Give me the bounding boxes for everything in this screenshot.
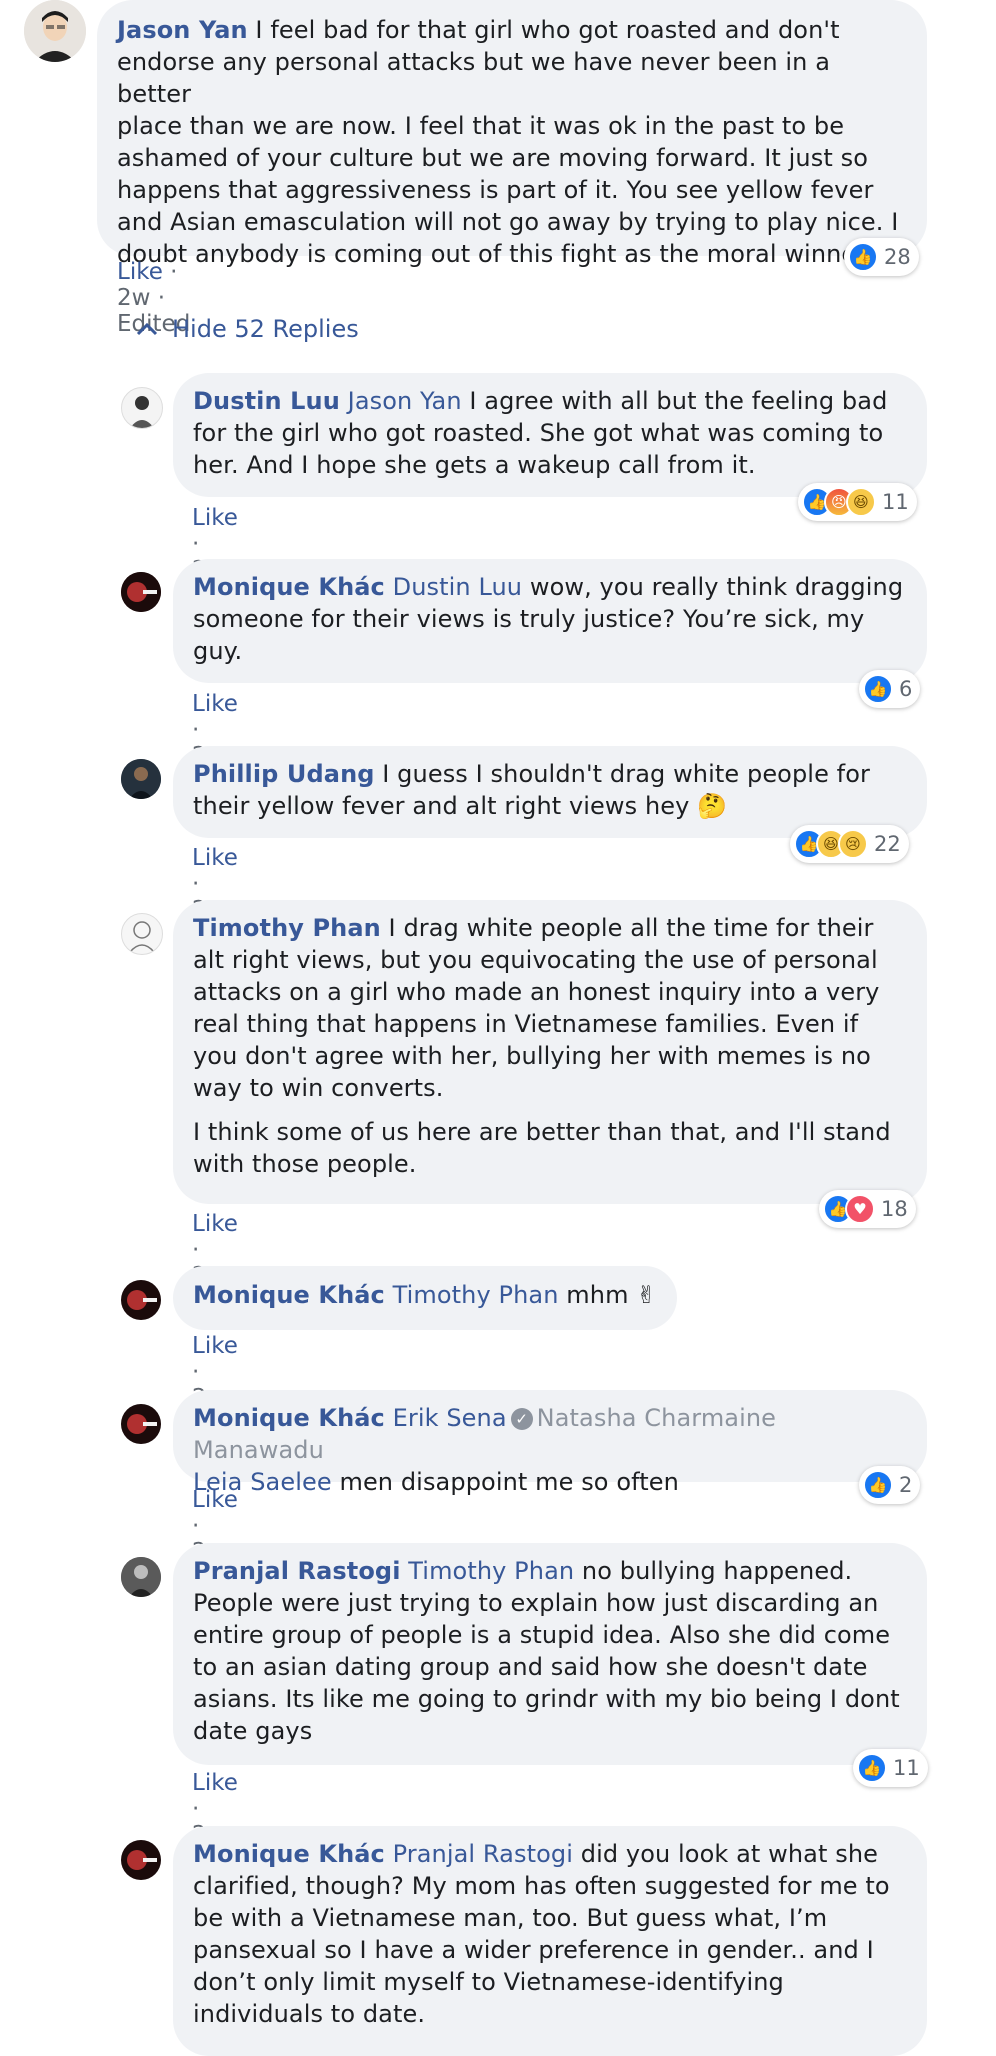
comment-author[interactable]: Monique Khác (193, 573, 385, 601)
comment-text: I drag white people all the time for the… (193, 914, 880, 1102)
avatar[interactable] (121, 1557, 161, 1597)
reaction-count: 11 (893, 1756, 920, 1780)
comment-line: place than we are now. I feel that it wa… (117, 112, 845, 140)
reaction-summary[interactable]: 👍 ♥ 18 (819, 1190, 916, 1228)
hide-replies-label: Hide 52 Replies (172, 315, 359, 343)
victory-hand-emoji: ✌ (636, 1281, 657, 1309)
comment-line: doubt anybody is coming out of this figh… (117, 240, 867, 268)
like-reaction-icon: 👍 (848, 242, 878, 272)
avatar[interactable] (121, 387, 163, 429)
mention-link[interactable]: Timothy Phan (408, 1557, 574, 1585)
like-button[interactable]: Like (192, 1333, 238, 1359)
like-button[interactable]: Like (192, 1770, 238, 1796)
comment-author[interactable]: Monique Khác (193, 1840, 385, 1868)
avatar[interactable] (24, 0, 86, 62)
mention-link[interactable]: Pranjal Rastogi (393, 1840, 573, 1868)
comment-bubble: Jason Yan I feel bad for that girl who g… (97, 0, 927, 268)
comment-author[interactable]: Timothy Phan (193, 914, 381, 942)
love-reaction-icon: ♥ (845, 1194, 875, 1224)
reaction-count: 6 (899, 677, 913, 701)
avatar[interactable] (121, 759, 161, 799)
sad-reaction-icon: 😢 (838, 829, 868, 859)
avatar[interactable] (121, 572, 161, 612)
reaction-count: 18 (881, 1197, 908, 1221)
comment-author[interactable]: Dustin Luu (193, 387, 340, 415)
avatar[interactable] (121, 913, 163, 955)
chevron-up-icon (136, 317, 158, 341)
comment-bubble: Monique Khác Erik Sena ✓ Natasha Charmaine… (173, 1390, 927, 1496)
verified-icon: ✓ (510, 1408, 533, 1430)
mention-link[interactable]: Timothy Phan (393, 1281, 559, 1309)
reaction-count: 2 (899, 1473, 913, 1497)
reaction-summary[interactable]: 👍 28 (844, 238, 919, 276)
avatar[interactable] (121, 1280, 161, 1320)
reaction-summary[interactable]: 👍 11 (853, 1749, 928, 1787)
reaction-count: 28 (884, 245, 911, 269)
like-button[interactable]: Like (192, 1211, 238, 1237)
like-button[interactable]: Like (192, 691, 238, 717)
comment-bubble: Monique Khác Pranjal Rastogi did you loo… (173, 1826, 927, 2056)
avatar[interactable] (121, 1404, 161, 1444)
like-reaction-icon: 👍 (863, 674, 893, 704)
like-button[interactable]: Like (117, 259, 163, 285)
comment-text: mhm (558, 1281, 629, 1309)
like-button[interactable]: Like (192, 1487, 238, 1513)
comment-line: and Asian emasculation will not go away … (117, 208, 899, 236)
comment-bubble: Pranjal Rastogi Timothy Phan no bullying… (173, 1543, 927, 1765)
avatar[interactable] (121, 1840, 161, 1880)
like-reaction-icon: 👍 (857, 1753, 887, 1783)
like-button[interactable]: Like (192, 505, 238, 531)
reaction-summary[interactable]: 👍 2 (859, 1466, 921, 1504)
comment-line: endorse any personal attacks but we have… (117, 48, 831, 108)
comment-text: men disappoint me so often (331, 1468, 679, 1496)
comment-bubble: Monique Khác Timothy Phan mhm ✌ (173, 1266, 677, 1330)
mention-link[interactable]: Erik Sena (393, 1404, 507, 1432)
comment-text: I think some of us here are better than … (193, 1118, 891, 1178)
reaction-count: 11 (882, 490, 909, 514)
haha-reaction-icon: 😆 (846, 487, 876, 517)
thinking-emoji: 🤔 (697, 792, 728, 820)
comment-bubble: Timothy Phan I drag white people all the… (173, 900, 927, 1204)
reaction-summary[interactable]: 👍 6 (859, 670, 921, 708)
comment-author[interactable]: Jason Yan (117, 16, 248, 44)
comment-line: ashamed of your culture but we are movin… (117, 144, 868, 172)
mention-link[interactable]: Dustin Luu (393, 573, 522, 601)
mention-link[interactable]: Jason Yan (348, 387, 462, 415)
hide-replies-button[interactable]: Hide 52 Replies (136, 315, 359, 343)
comment-author[interactable]: Phillip Udang (193, 760, 375, 788)
reaction-summary[interactable]: 👍 😠 😆 11 (798, 483, 917, 521)
comment-bubble: Dustin Luu Jason Yan I agree with all bu… (173, 373, 927, 497)
comment-line: happens that aggressiveness is part of i… (117, 176, 874, 204)
comment-bubble: Monique Khác Dustin Luu wow, you really … (173, 559, 927, 683)
comment-text: did you look at what she clarified, thou… (193, 1840, 890, 2028)
like-button[interactable]: Like (192, 845, 238, 871)
reaction-summary[interactable]: 👍 😆 😢 22 (790, 825, 909, 863)
like-reaction-icon: 👍 (863, 1470, 893, 1500)
comment-author[interactable]: Pranjal Rastogi (193, 1557, 401, 1585)
timestamp[interactable]: 2w (117, 285, 150, 311)
reaction-count: 22 (874, 832, 901, 856)
comment-text: no bullying happened. People were just t… (193, 1557, 900, 1745)
comment-author[interactable]: Monique Khác (193, 1404, 385, 1432)
comment-line: I feel bad for that girl who got roasted… (247, 16, 840, 44)
comment-author[interactable]: Monique Khác (193, 1281, 385, 1309)
